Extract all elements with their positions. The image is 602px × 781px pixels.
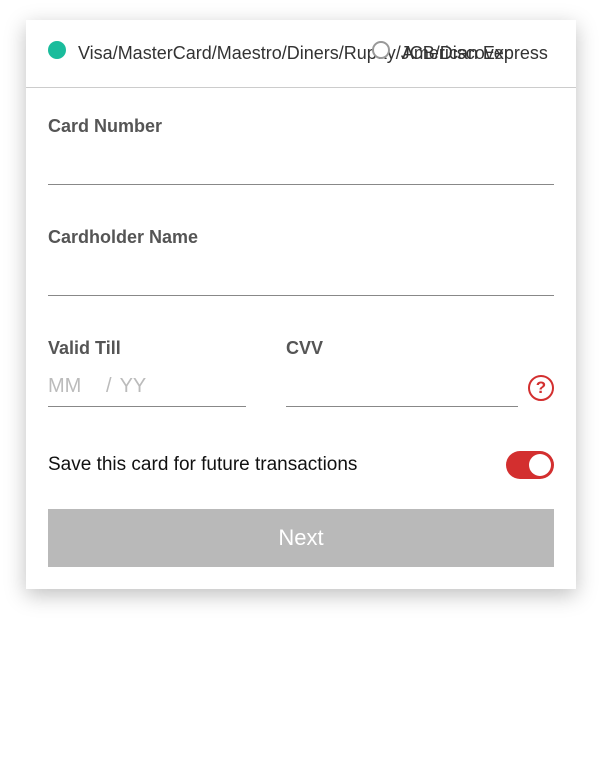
save-card-row: Save this card for future transactions (26, 445, 576, 509)
toggle-knob-icon (529, 454, 551, 476)
next-button[interactable]: Next (48, 509, 554, 567)
radio-unselected-icon (372, 41, 390, 59)
cardholder-group: Cardholder Name (48, 227, 554, 296)
cvv-label: CVV (286, 338, 554, 359)
cardholder-label: Cardholder Name (48, 227, 554, 248)
save-card-toggle[interactable] (506, 451, 554, 479)
cvv-row: ? (286, 367, 554, 407)
cvv-group: CVV ? (286, 338, 554, 407)
radio-selected-icon (48, 41, 66, 59)
expiry-cvv-row: Valid Till / CVV ? (48, 338, 554, 407)
card-type-selector: Visa/MasterCard/Maestro/Diners/Rupay/JCB… (26, 20, 576, 88)
cardholder-input[interactable] (48, 256, 554, 296)
payment-card-form: Visa/MasterCard/Maestro/Diners/Rupay/JCB… (26, 20, 576, 589)
form-body: Card Number Cardholder Name Valid Till /… (26, 88, 576, 407)
save-card-label: Save this card for future transactions (48, 454, 357, 476)
expiry-year-input[interactable] (120, 375, 170, 398)
expiry-month-input[interactable] (48, 375, 98, 398)
expiry-input-wrap: / (48, 367, 246, 407)
valid-till-label: Valid Till (48, 338, 246, 359)
card-number-input[interactable] (48, 145, 554, 185)
expiry-separator: / (106, 375, 112, 398)
card-type-option-amex[interactable]: American Express (372, 38, 554, 69)
card-type-option-visa[interactable]: Visa/MasterCard/Maestro/Diners/Rupay/JCB… (48, 38, 372, 69)
card-type-label-amex: American Express (402, 38, 548, 69)
cvv-help-icon[interactable]: ? (528, 375, 554, 401)
card-number-label: Card Number (48, 116, 554, 137)
card-number-group: Card Number (48, 116, 554, 185)
cvv-input[interactable] (286, 367, 518, 407)
valid-till-group: Valid Till / (48, 338, 246, 407)
